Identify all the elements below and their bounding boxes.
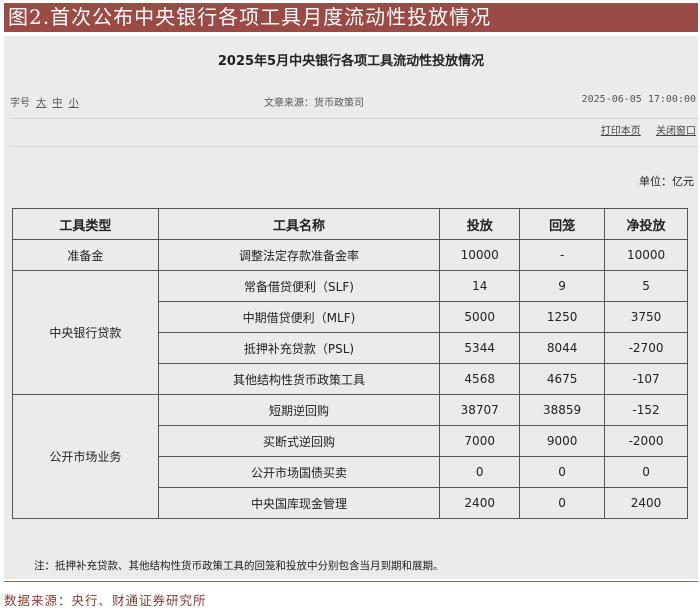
withdrawal-cell: 4675	[519, 363, 606, 395]
print-link[interactable]: 打印本页	[601, 126, 641, 137]
injection-cell: 2400	[439, 487, 521, 519]
article-datetime: 2025-06-05 17:00:00	[581, 94, 696, 105]
tool-name-cell: 买断式逆回购	[157, 425, 441, 457]
injection-cell: 5344	[439, 332, 521, 364]
page-links: 打印本页 关闭窗口	[589, 122, 696, 137]
table-row: 中央银行贷款 常备借贷便利（SLF) 14 9 5	[12, 270, 688, 395]
font-size-label: 字号	[10, 98, 30, 109]
withdrawal-cell: 0	[519, 456, 606, 488]
column-header: 工具名称	[157, 208, 441, 240]
net-injection-cell: -2700	[604, 332, 688, 364]
tool-name-cell: 调整法定存款准备金率	[157, 239, 441, 271]
tool-type-cell: 准备金	[12, 239, 159, 271]
withdrawal-cell: 38859	[519, 394, 606, 426]
tool-name-cell: 常备借贷便利（SLF)	[157, 270, 441, 302]
column-header: 投放	[439, 208, 521, 240]
net-injection-cell: 10000	[604, 239, 688, 271]
article-source: 文章来源：货币政策司	[264, 98, 364, 109]
net-injection-cell: -152	[604, 394, 688, 426]
tool-name-cell: 短期逆回购	[157, 394, 441, 426]
font-size-small[interactable]: 小	[69, 98, 79, 109]
table-note: 注：抵押补充贷款、其他结构性货币政策工具的回笼和投放中分别包含当月到期和展期。	[34, 560, 444, 572]
withdrawal-cell: 1250	[519, 301, 606, 333]
table-row: 准备金 调整法定存款准备金率 10000-10000	[12, 239, 688, 271]
divider	[10, 118, 698, 119]
net-injection-cell: -2000	[604, 425, 688, 457]
injection-cell: 14	[439, 270, 521, 302]
withdrawal-cell: 9	[519, 270, 606, 302]
unit-label: 单位：亿元	[639, 175, 694, 188]
article-page: 2025年5月中央银行各项工具流动性投放情况 字号 大 中 小 文章来源：货币政…	[4, 36, 698, 579]
withdrawal-cell: 0	[519, 487, 606, 519]
tool-name-cell: 中期借贷便利（MLF)	[157, 301, 441, 333]
column-header: 净投放	[604, 208, 688, 240]
tool-type-cell: 中央银行贷款	[12, 270, 159, 395]
net-injection-cell: 2400	[604, 487, 688, 519]
injection-cell: 10000	[439, 239, 521, 271]
withdrawal-cell: 8044	[519, 332, 606, 364]
divider	[10, 146, 698, 147]
tool-name-cell: 其他结构性货币政策工具	[157, 363, 441, 395]
data-source: 数据来源：央行、财通证券研究所	[4, 593, 207, 608]
tool-name-cell: 抵押补充贷款（PSL)	[157, 332, 441, 364]
column-header: 工具类型	[12, 208, 159, 240]
withdrawal-cell: -	[519, 239, 606, 271]
font-size-controls: 字号 大 中 小	[10, 94, 79, 109]
injection-cell: 5000	[439, 301, 521, 333]
close-window-link[interactable]: 关闭窗口	[656, 126, 696, 137]
net-injection-cell: 3750	[604, 301, 688, 333]
withdrawal-cell: 9000	[519, 425, 606, 457]
tool-type-cell: 公开市场业务	[12, 394, 159, 519]
column-header: 回笼	[519, 208, 606, 240]
liquidity-table: 工具类型 工具名称 投放 回笼 净投放 准备金 调整法定存款准备金率 10000-10000…	[12, 208, 688, 519]
article-title: 2025年5月中央银行各项工具流动性投放情况	[217, 54, 485, 69]
font-size-large[interactable]: 大	[36, 98, 46, 109]
injection-cell: 0	[439, 456, 521, 488]
net-injection-cell: 0	[604, 456, 688, 488]
net-injection-cell: 5	[604, 270, 688, 302]
injection-cell: 4568	[439, 363, 521, 395]
injection-cell: 38707	[439, 394, 521, 426]
injection-cell: 7000	[439, 425, 521, 457]
font-size-medium[interactable]: 中	[52, 98, 62, 109]
net-injection-cell: -107	[604, 363, 688, 395]
divider	[4, 581, 698, 582]
tool-name-cell: 中央国库现金管理	[157, 487, 441, 519]
figure-title: 图2.首次公布中央银行各项工具月度流动性投放情况	[4, 3, 698, 32]
table-row: 公开市场业务 短期逆回购 38707 38859 -152	[12, 394, 688, 519]
tool-name-cell: 公开市场国债买卖	[157, 456, 441, 488]
